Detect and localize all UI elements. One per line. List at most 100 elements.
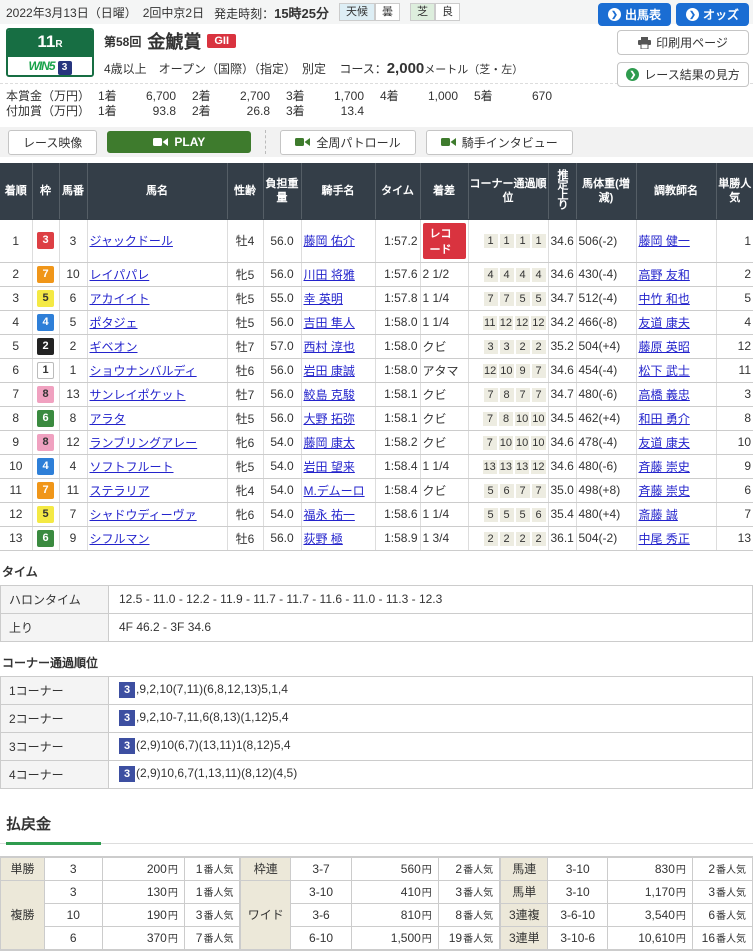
corner-position: 7 bbox=[532, 484, 546, 498]
horse-link[interactable]: ステラリア bbox=[90, 484, 150, 498]
corner-position: 7 bbox=[532, 364, 546, 378]
trainer-link[interactable]: 中尾 秀正 bbox=[639, 532, 690, 546]
entries-button[interactable]: 出馬表 bbox=[598, 3, 671, 26]
results-guide-button[interactable]: レース結果の見方 bbox=[617, 62, 749, 87]
horse-name-cell: サンレイポケット bbox=[87, 382, 227, 406]
bet-type-label: 複勝 bbox=[1, 880, 45, 949]
jockey-link[interactable]: 岩田 望来 bbox=[304, 460, 355, 474]
horse-link[interactable]: シャドウディーヴァ bbox=[90, 508, 197, 522]
trainer-cell: 斉藤 崇史 bbox=[636, 454, 716, 478]
payout-row: 3連単3-10-610,610円16番人気 bbox=[501, 926, 753, 949]
bracket-cell: 5 bbox=[32, 502, 59, 526]
jockey-link[interactable]: M.デムーロ bbox=[304, 484, 365, 498]
sex-age: 牡5 bbox=[227, 310, 263, 334]
jockey-link[interactable]: 荻野 極 bbox=[304, 532, 343, 546]
last-3f: 36.1 bbox=[548, 526, 576, 550]
margin-cell: クビ bbox=[420, 478, 468, 502]
horse-link[interactable]: アカイイト bbox=[90, 292, 150, 306]
corner-position: 5 bbox=[484, 484, 498, 498]
added-prize-label: 付加賞（万円） bbox=[6, 104, 98, 119]
bracket-cell: 7 bbox=[32, 478, 59, 502]
jockey-link[interactable]: 藤岡 佑介 bbox=[304, 234, 355, 248]
trainer-link[interactable]: 松下 武士 bbox=[639, 364, 690, 378]
horse-link[interactable]: サンレイポケット bbox=[90, 388, 186, 402]
payout-popularity: 3番人気 bbox=[438, 880, 499, 903]
popularity-suffix: 番人気 bbox=[203, 934, 233, 945]
jockey-link[interactable]: 福永 祐一 bbox=[304, 508, 355, 522]
trainer-link[interactable]: 高橋 義忠 bbox=[639, 388, 690, 402]
corner-position: 13 bbox=[499, 460, 513, 474]
trainer-cell: 中尾 秀正 bbox=[636, 526, 716, 550]
time-row: 上り4F 46.2 - 3F 34.6 bbox=[1, 613, 753, 641]
jockey-interview-button[interactable]: 騎手インタビュー bbox=[426, 130, 573, 155]
popularity-suffix: 番人気 bbox=[716, 934, 746, 945]
trainer-link[interactable]: 高野 友和 bbox=[639, 268, 690, 282]
horse-link[interactable]: ソフトフルート bbox=[90, 460, 174, 474]
horse-link[interactable]: ショウナンバルディ bbox=[90, 364, 197, 378]
payout-group-table: 単勝3200円1番人気複勝3130円1番人気10190円3番人気6370円7番人… bbox=[0, 857, 240, 950]
trainer-link[interactable]: 友道 康夫 bbox=[639, 316, 690, 330]
margin-cell: 1 3/4 bbox=[420, 526, 468, 550]
sex-age: 牡5 bbox=[227, 406, 263, 430]
column-header: 馬名 bbox=[87, 163, 227, 219]
jockey-link[interactable]: 大野 拓弥 bbox=[304, 412, 355, 426]
main-prize-values: 1着6,7002着2,7003着1,7004着1,0005着670 bbox=[98, 89, 568, 104]
jockey-link[interactable]: 吉田 隼人 bbox=[304, 316, 355, 330]
corner-position: 10 bbox=[531, 436, 545, 450]
yen-unit: 円 bbox=[168, 911, 178, 922]
race-conditions: 4歳以上 オープン（国際）（指定） 別定 コース：2,000メートル（芝・左） bbox=[104, 60, 523, 77]
horse-link[interactable]: ポタジェ bbox=[90, 316, 138, 330]
trainer-link[interactable]: 斎藤 誠 bbox=[639, 508, 678, 522]
trainer-link[interactable]: 斉藤 崇史 bbox=[639, 484, 690, 498]
trainer-link[interactable]: 藤岡 健一 bbox=[639, 234, 690, 248]
horse-link[interactable]: アラタ bbox=[90, 412, 126, 426]
popularity-suffix: 番人気 bbox=[463, 911, 493, 922]
finish-time: 1:57.8 bbox=[375, 286, 420, 310]
print-page-button[interactable]: 印刷用ページ bbox=[617, 30, 749, 55]
corner-position: 7 bbox=[484, 292, 498, 306]
horse-link[interactable]: シフルマン bbox=[90, 532, 150, 546]
leader-number: 3 bbox=[119, 738, 135, 754]
corner-position: 10 bbox=[515, 412, 529, 426]
horse-link[interactable]: ランブリングアレー bbox=[90, 436, 198, 450]
result-row: 445ポタジェ牡556.0吉田 隼人1:58.01 1/41112121234.… bbox=[0, 310, 753, 334]
corner-position: 4 bbox=[516, 268, 530, 282]
sex-age: 牡7 bbox=[227, 382, 263, 406]
patrol-video-button[interactable]: 全周パトロール bbox=[280, 130, 415, 155]
carried-weight: 56.0 bbox=[263, 310, 301, 334]
odds-button[interactable]: オッズ bbox=[676, 3, 749, 26]
payout-popularity: 2番人気 bbox=[438, 857, 499, 880]
jockey-link[interactable]: 西村 淳也 bbox=[304, 340, 355, 354]
play-button[interactable]: PLAY bbox=[107, 131, 251, 153]
prize-pair: 2着26.8 bbox=[192, 104, 286, 119]
race-video-button[interactable]: レース映像 bbox=[8, 130, 97, 155]
corner-position: 2 bbox=[532, 532, 546, 546]
horse-weight: 462(+4) bbox=[576, 406, 636, 430]
horse-link[interactable]: ジャックドール bbox=[90, 234, 173, 248]
finish-position: 12 bbox=[0, 502, 32, 526]
horse-link[interactable]: ギベオン bbox=[90, 340, 138, 354]
margin-cell: 1 1/4 bbox=[420, 502, 468, 526]
corner-position: 4 bbox=[484, 268, 498, 282]
jockey-link[interactable]: 鮫島 克駿 bbox=[304, 388, 355, 402]
prize-rank: 1着 bbox=[98, 89, 126, 104]
corner-position: 7 bbox=[483, 436, 497, 450]
last-3f: 34.6 bbox=[548, 454, 576, 478]
trainer-link[interactable]: 斉藤 崇史 bbox=[639, 460, 690, 474]
trainer-link[interactable]: 中竹 和也 bbox=[639, 292, 690, 306]
trainer-link[interactable]: 和田 勇介 bbox=[639, 412, 690, 426]
jockey-link[interactable]: 岩田 康誠 bbox=[304, 364, 355, 378]
jockey-link[interactable]: 藤岡 康太 bbox=[304, 436, 355, 450]
bracket-badge: 1 bbox=[37, 362, 54, 379]
jockey-link[interactable]: 川田 将雅 bbox=[304, 268, 355, 282]
payout-popularity: 1番人気 bbox=[184, 857, 240, 880]
trainer-link[interactable]: 藤原 英昭 bbox=[639, 340, 690, 354]
yen-unit: 円 bbox=[676, 865, 686, 876]
trainer-cell: 斎藤 誠 bbox=[636, 502, 716, 526]
horse-link[interactable]: レイパパレ bbox=[90, 268, 150, 282]
trainer-link[interactable]: 友道 康夫 bbox=[639, 436, 690, 450]
payout-amount: 810円 bbox=[352, 903, 439, 926]
payout-combination: 3-6-10 bbox=[548, 903, 607, 926]
jockey-link[interactable]: 幸 英明 bbox=[304, 292, 343, 306]
payout-section: 払戻金 単勝3200円1番人気複勝3130円1番人気10190円3番人気6370… bbox=[0, 807, 753, 951]
